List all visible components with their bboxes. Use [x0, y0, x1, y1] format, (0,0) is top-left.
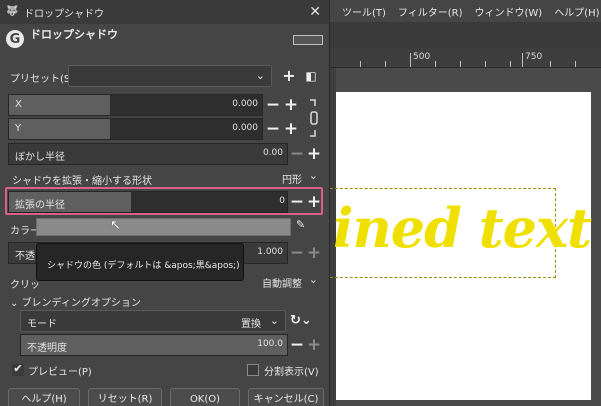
opacity-decrement-button[interactable]: − — [289, 243, 305, 263]
ruler-tick — [435, 61, 436, 67]
gimp-app-icon: 🐺 — [6, 6, 19, 17]
blend-opacity-value: 100.0 — [257, 339, 283, 349]
header-title: ドロップシャドウ — [30, 28, 118, 41]
blur-value: 0.00 — [262, 148, 283, 158]
color-picker-icon[interactable]: ✎ — [296, 218, 318, 236]
shape-value: 円形 — [282, 175, 302, 186]
blend-opacity-label: 不透明度 — [27, 343, 67, 354]
mode-label: モード — [27, 319, 57, 330]
x-slider-fill — [9, 95, 111, 115]
opacity-value: 1.000 — [257, 247, 283, 257]
blur-decrement-button[interactable]: − — [289, 144, 305, 164]
x-offset-slider[interactable]: X 0.000 — [8, 94, 263, 116]
clipping-value: 自動調整 — [262, 279, 302, 290]
preset-menu-icon[interactable]: ◧ — [302, 67, 320, 85]
mouse-cursor-icon: ↖ — [110, 218, 121, 233]
y-label: Y — [15, 123, 22, 134]
horizontal-ruler[interactable]: 500 750 — [330, 48, 601, 68]
blending-options-expander[interactable]: ⌄ ブレンディングオプション — [10, 294, 141, 309]
help-button[interactable]: ヘルプ(H) — [8, 388, 80, 406]
shadow-color-button[interactable] — [36, 218, 291, 236]
clipping-combo[interactable]: 自動調整 ⌄ — [240, 270, 324, 292]
dialog-header: G ドロップシャドウ — [0, 24, 329, 54]
preset-combo[interactable]: ⌄ — [68, 65, 272, 87]
menu-tools[interactable]: ツール(T) — [342, 4, 386, 19]
drop-shadow-dialog: 🐺 ドロップシャドウ ✕ G ドロップシャドウ プリセット(S): ⌄ + ◧ … — [0, 0, 330, 406]
blur-label: ぼかし半径 — [15, 152, 65, 163]
blend-opacity-decrement-button[interactable]: − — [289, 335, 305, 355]
x-decrement-button[interactable]: − — [265, 95, 281, 115]
ok-button[interactable]: OK(O) — [170, 388, 240, 406]
gegl-logo-icon: G — [6, 30, 24, 48]
ruler-tick — [360, 61, 361, 67]
split-view-checkbox[interactable] — [247, 364, 259, 376]
chevron-down-icon: ⌄ — [308, 273, 318, 286]
composite-mode-icon[interactable]: ↻⌄ — [290, 312, 312, 330]
opacity-label: 不透 — [15, 251, 35, 262]
mode-value: 置換 — [241, 319, 261, 330]
main-menubar: ツール(T) フィルター(R) ウィンドウ(W) ヘルプ(H) — [330, 0, 601, 22]
cancel-button[interactable]: キャンセル(C) — [248, 388, 324, 406]
opacity-increment-button[interactable]: + — [306, 243, 322, 263]
close-icon[interactable]: ✕ — [309, 4, 321, 20]
shape-combo[interactable]: 円形 ⌄ — [8, 166, 324, 188]
ruler-tick — [550, 61, 551, 67]
ruler-tick — [575, 61, 576, 67]
ruler-label-500: 500 — [413, 52, 431, 62]
blur-increment-button[interactable]: + — [306, 144, 322, 164]
x-increment-button[interactable]: + — [283, 95, 299, 115]
menu-filters[interactable]: フィルター(R) — [398, 4, 463, 19]
split-view-label: 分割表示(V) — [264, 367, 319, 378]
layer-thumbnail-icon — [293, 35, 323, 45]
canvas-text-layer: ined text — [333, 196, 592, 260]
menu-help[interactable]: ヘルプ(H) — [554, 4, 599, 19]
dialog-titlebar[interactable]: 🐺 ドロップシャドウ ✕ — [0, 0, 329, 24]
chevron-down-icon: ⌄ — [308, 169, 318, 182]
blend-opacity-increment-button[interactable]: + — [306, 335, 322, 355]
ruler-tick — [460, 61, 461, 67]
blur-radius-slider[interactable]: ぼかし半径 0.00 — [8, 143, 288, 165]
x-value: 0.000 — [232, 99, 258, 109]
y-increment-button[interactable]: + — [283, 119, 299, 139]
y-slider-fill — [9, 119, 111, 139]
y-offset-slider[interactable]: Y 0.000 — [8, 118, 263, 140]
x-label: X — [15, 99, 22, 110]
menu-windows[interactable]: ウィンドウ(W) — [474, 4, 542, 19]
blending-options-label: ブレンディングオプション — [21, 298, 141, 309]
y-decrement-button[interactable]: − — [265, 119, 281, 139]
ruler-tick — [410, 53, 411, 67]
ruler-label-750: 750 — [525, 52, 543, 62]
ruler-tick — [485, 61, 486, 67]
tool-options-strip — [330, 22, 601, 48]
preview-checkbox[interactable]: ✔ — [12, 363, 24, 376]
dialog-title: ドロップシャドウ — [24, 8, 104, 20]
preview-label: プレビュー(P) — [28, 367, 92, 378]
chevron-down-icon: ⌄ — [255, 69, 265, 82]
color-tooltip: シャドウの色 (デフォルトは &apos;黒&apos;) — [36, 243, 244, 281]
chevron-down-icon: ⌄ — [269, 314, 279, 327]
expander-chevron-icon: ⌄ — [10, 298, 22, 309]
reset-button[interactable]: リセット(R) — [88, 388, 162, 406]
focus-highlight — [5, 187, 323, 215]
mode-combo[interactable]: モード 置換 ⌄ — [20, 310, 286, 332]
ruler-tick — [522, 53, 523, 67]
add-preset-icon[interactable]: + — [280, 67, 298, 85]
ruler-tick — [385, 61, 386, 67]
y-value: 0.000 — [232, 123, 258, 133]
chain-link-icon[interactable] — [307, 98, 321, 138]
blend-opacity-slider[interactable]: 不透明度 100.0 — [20, 334, 288, 356]
ruler-tick — [510, 61, 511, 67]
